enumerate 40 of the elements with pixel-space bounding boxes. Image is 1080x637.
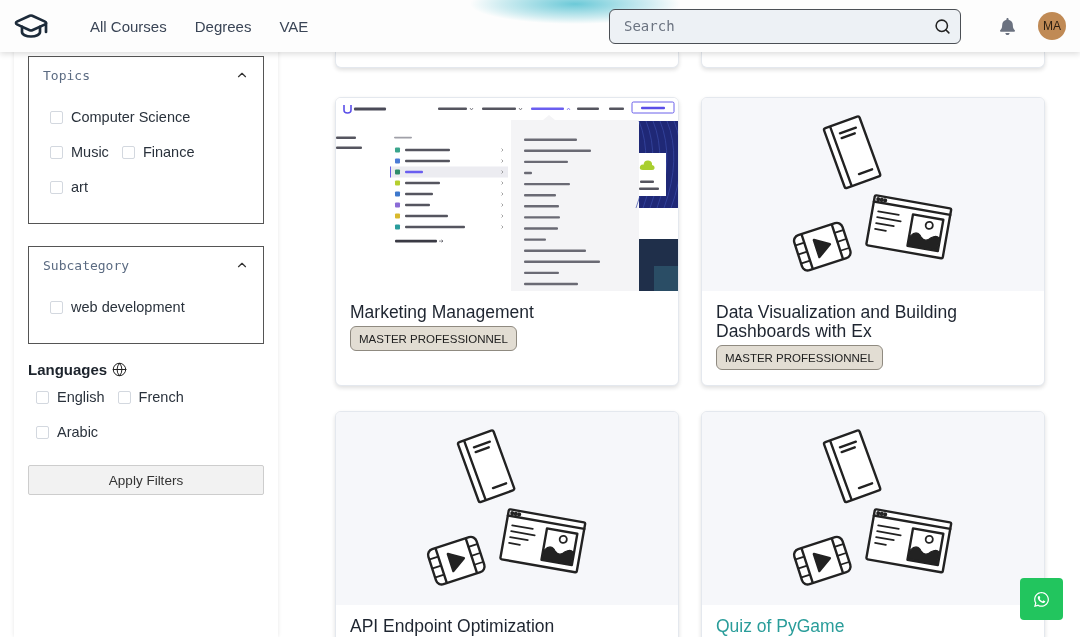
section-title: Languages — [28, 360, 108, 378]
checkbox-label[interactable]: English — [57, 389, 105, 405]
checkbox-label[interactable]: Finance — [142, 144, 195, 160]
course-title[interactable]: Data Visualization and Building Dashboards with Ex — [716, 303, 1030, 341]
checkbox-label[interactable]: Arabic — [57, 424, 99, 440]
search-icon[interactable] — [934, 17, 951, 35]
search-field[interactable]: Search — [609, 8, 961, 44]
course-card[interactable]: API Endpoint Optimization — [335, 411, 679, 637]
panel-title: Subcategory — [43, 257, 130, 273]
checkbox[interactable] — [50, 145, 63, 159]
user-avatar[interactable]: MA — [1038, 12, 1066, 40]
checkbox[interactable] — [50, 180, 63, 194]
panel-title: Topics — [43, 67, 90, 83]
program-level-badge: MASTER PROFESSIONNEL — [716, 345, 883, 370]
course-card[interactable] — [335, 52, 679, 68]
chat-button[interactable] — [1020, 578, 1063, 620]
checkbox[interactable] — [117, 390, 131, 404]
checkbox[interactable] — [36, 425, 49, 439]
apply-filters-button[interactable]: Apply Filters — [28, 465, 264, 495]
checkbox[interactable] — [50, 110, 63, 124]
nav-link[interactable]: VAE — [279, 17, 309, 35]
nav-link[interactable]: All Courses — [90, 17, 167, 35]
course-card[interactable]: Marketing Management MASTER PROFESSIONNEL — [335, 97, 679, 386]
course-card[interactable]: Data Visualization and Building Dashboards with Ex MASTER PROFESSIONNEL — [701, 97, 1045, 386]
phone-chat-icon — [1033, 590, 1050, 608]
checkbox-label[interactable]: Computer Science — [71, 109, 191, 125]
program-level-badge: MASTER PROFESSIONNEL — [350, 326, 517, 351]
checkbox-label[interactable]: art — [71, 179, 88, 195]
checkbox-label[interactable]: Music — [71, 144, 109, 160]
checkbox-label[interactable]: French — [138, 389, 184, 405]
checkbox[interactable] — [36, 390, 49, 404]
course-card[interactable] — [701, 52, 1045, 68]
checkbox[interactable] — [50, 300, 63, 314]
globe-icon — [112, 361, 128, 377]
checkbox[interactable] — [121, 145, 135, 159]
course-title[interactable]: API Endpoint Optimization — [350, 617, 555, 636]
nav-link[interactable]: Degrees — [194, 17, 252, 35]
checkbox-label[interactable]: web development — [71, 299, 185, 315]
bell-icon[interactable] — [999, 17, 1016, 35]
course-title[interactable]: Marketing Management — [350, 303, 534, 322]
